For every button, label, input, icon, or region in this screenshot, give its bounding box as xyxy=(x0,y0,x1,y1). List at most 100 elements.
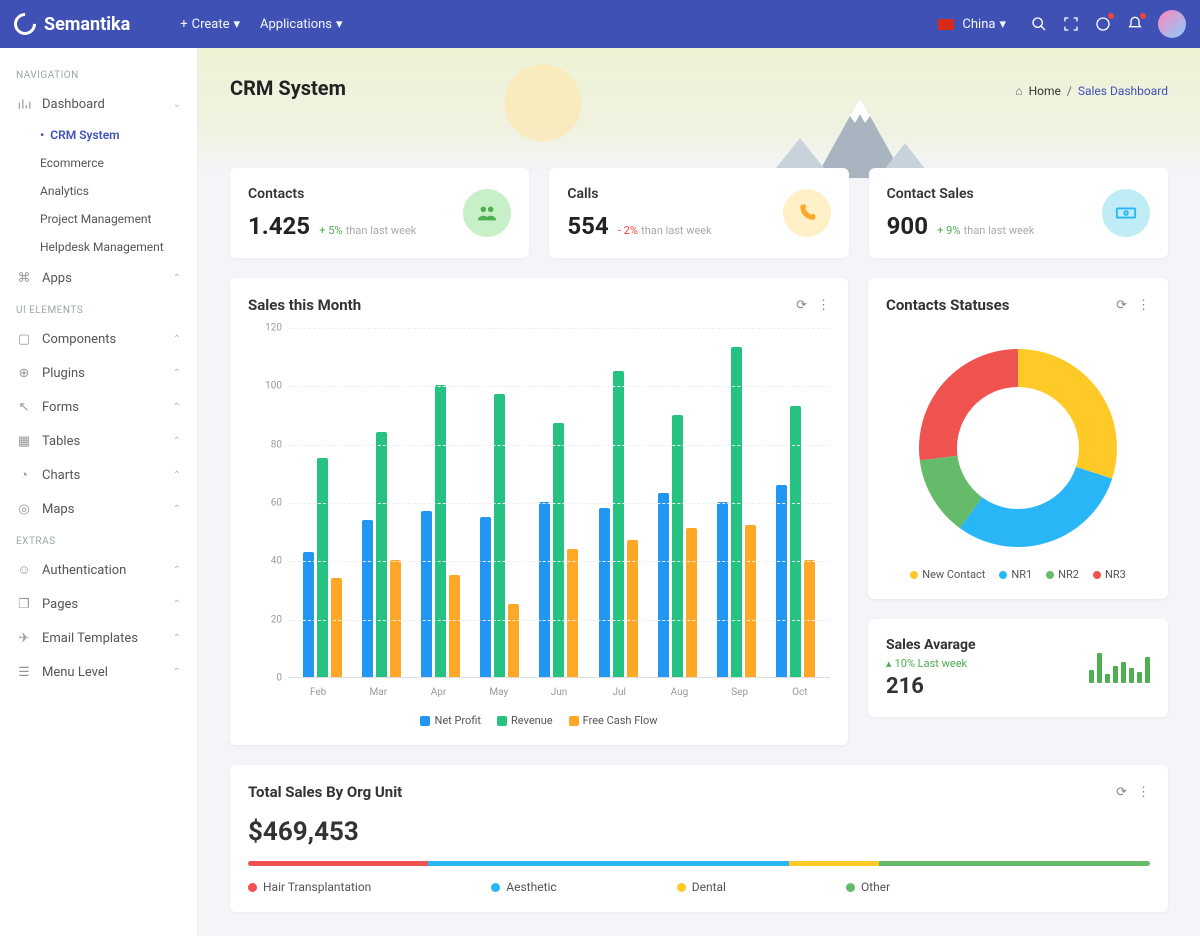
bar-chart: 020406080100120 FebMarAprMayJunJulAugSep… xyxy=(248,328,830,708)
copy-icon: ❐ xyxy=(16,596,32,612)
menu-icon: ☰ xyxy=(16,664,32,680)
sidebar-item-tables[interactable]: ▦Tables⌃ xyxy=(0,424,197,458)
stat-calls: Calls 554 - 2% than last week xyxy=(549,168,848,258)
stat-sales: Contact Sales 900 + 9% than last week xyxy=(869,168,1168,258)
sidebar-item-charts[interactable]: ◔ Charts ⌃ xyxy=(0,458,197,492)
cursor-icon: ↖ xyxy=(16,399,32,415)
panel-title: Total Sales By Org Unit xyxy=(248,783,1106,801)
org-total: $469,453 xyxy=(248,817,1150,847)
refresh-icon[interactable]: ⟳ xyxy=(1116,298,1127,313)
chevron-icon: ⌃ xyxy=(173,470,181,481)
sidebar-label: Maps xyxy=(42,502,74,517)
sidebar-heading-extras: EXTRAS xyxy=(0,526,197,553)
more-icon[interactable]: ⋮ xyxy=(1137,785,1150,800)
sidebar-item-maps[interactable]: ◎Maps⌃ xyxy=(0,492,197,526)
sales-chart-panel: Sales this Month ⟳ ⋮ 020406080100120 Feb… xyxy=(230,278,848,745)
sales-average-panel: Sales Avarage ▴10% Last week 216 xyxy=(868,619,1168,717)
topbar: Semantika + Create ▾ Applications ▾ Chin… xyxy=(0,0,1200,48)
chevron-icon: ⌃ xyxy=(173,436,181,447)
refresh-icon[interactable]: ⟳ xyxy=(796,298,807,313)
home-icon: ⌂ xyxy=(1015,84,1022,98)
sidebar-item-plugins[interactable]: ⊕Plugins⌃ xyxy=(0,356,197,390)
crumb-sep: / xyxy=(1067,84,1072,98)
more-icon[interactable]: ⋮ xyxy=(1137,298,1150,313)
sidebar-sub-ecommerce[interactable]: Ecommerce xyxy=(0,149,197,177)
stat-contacts: Contacts 1.425 + 5% than last week xyxy=(230,168,529,258)
crumb-home[interactable]: Home xyxy=(1029,84,1061,98)
mountain-decoration xyxy=(760,88,940,178)
applications-label: Applications xyxy=(260,17,332,32)
pie-icon: ◔ xyxy=(16,467,32,483)
sidebar-sub-crm[interactable]: CRM System xyxy=(0,121,197,149)
sidebar-label: Components xyxy=(42,332,116,347)
donut-panel: Contacts Statuses ⟳ ⋮ New ContactNR1NR2N… xyxy=(868,278,1168,599)
sidebar-label: Forms xyxy=(42,400,79,415)
panel-title: Contacts Statuses xyxy=(886,296,1106,314)
sidebar-item-email[interactable]: ✈Email Templates⌃ xyxy=(0,621,197,655)
sidebar-label: Apps xyxy=(42,271,72,286)
globe-icon: ⊕ xyxy=(16,365,32,381)
fullscreen-icon[interactable] xyxy=(1062,15,1080,33)
sidebar-item-apps[interactable]: ⌘Apps⌃ xyxy=(0,261,197,295)
sidebar-sub-analytics[interactable]: Analytics xyxy=(0,177,197,205)
chevron-icon: ⌃ xyxy=(173,599,181,610)
user-icon: ☺ xyxy=(16,562,32,578)
caret-down-icon: ▾ xyxy=(999,17,1006,32)
breadcrumb: ⌂ Home / Sales Dashboard xyxy=(1015,84,1168,98)
sidebar-item-pages[interactable]: ❐ Pages ⌃ xyxy=(0,587,197,621)
pin-icon: ◎ xyxy=(16,501,32,517)
chat-icon[interactable] xyxy=(1094,15,1112,33)
more-icon[interactable]: ⋮ xyxy=(817,298,830,313)
sidebar-label: Email Templates xyxy=(42,631,138,646)
chart-icon xyxy=(16,96,32,112)
money-icon xyxy=(1102,189,1150,237)
donut-legend: New ContactNR1NR2NR3 xyxy=(886,568,1150,581)
stat-delta: - 2% xyxy=(618,224,638,237)
sidebar-sub-project[interactable]: Project Management xyxy=(0,205,197,233)
country-selector[interactable]: China ▾ xyxy=(928,11,1016,38)
stat-value: 900 xyxy=(887,212,928,240)
sidebar-item-forms[interactable]: ↖Forms⌃ xyxy=(0,390,197,424)
sidebar-sub-helpdesk[interactable]: Helpdesk Management xyxy=(0,233,197,261)
hero: CRM System ⌂ Home / Sales Dashboard xyxy=(198,48,1200,178)
sidebar-heading-nav: NAVIGATION xyxy=(0,60,197,87)
sidebar-label: Pages xyxy=(42,597,78,612)
sidebar-label: Tables xyxy=(42,434,80,449)
brand[interactable]: Semantika xyxy=(14,13,130,35)
progress-bar xyxy=(248,861,1150,866)
sidebar-item-auth[interactable]: ☺Authentication⌃ xyxy=(0,553,197,587)
sidebar-item-menu[interactable]: ☰Menu Level⌃ xyxy=(0,655,197,689)
plus-icon: + xyxy=(180,17,187,32)
stat-label: Contacts xyxy=(248,186,416,202)
sidebar-label: Authentication xyxy=(42,563,126,578)
avatar[interactable] xyxy=(1158,10,1186,38)
chevron-down-icon: ⌄ xyxy=(173,99,181,110)
panel-title: Sales Avarage xyxy=(886,637,976,653)
stat-cards: Contacts 1.425 + 5% than last week Calls… xyxy=(198,168,1200,258)
caret-down-icon: ▾ xyxy=(233,17,240,32)
bell-icon[interactable] xyxy=(1126,15,1144,33)
caret-down-icon: ▾ xyxy=(336,17,343,32)
chevron-icon: ⌃ xyxy=(173,368,181,379)
avg-value: 216 xyxy=(886,674,976,699)
mini-chart xyxy=(1089,653,1150,683)
sidebar-heading-ui: UI ELEMENTS xyxy=(0,295,197,322)
sun-decoration xyxy=(498,58,588,148)
brand-text: Semantika xyxy=(44,14,130,35)
stat-suffix: than last week xyxy=(641,224,712,237)
main: CRM System ⌂ Home / Sales Dashboard Cont… xyxy=(198,48,1200,936)
sidebar-item-components[interactable]: ▢Components⌃ xyxy=(0,322,197,356)
flag-icon xyxy=(938,19,954,30)
grid-icon: ⌘ xyxy=(16,270,32,286)
sidebar-label: Charts xyxy=(42,468,80,483)
arrow-up-icon: ▴ xyxy=(886,657,892,670)
chevron-icon: ⌃ xyxy=(173,667,181,678)
sidebar-item-dashboard[interactable]: Dashboard ⌄ xyxy=(0,87,197,121)
search-icon[interactable] xyxy=(1030,15,1048,33)
create-button[interactable]: + Create ▾ xyxy=(170,11,250,38)
phone-icon xyxy=(783,189,831,237)
chevron-icon: ⌃ xyxy=(173,334,181,345)
stat-suffix: than last week xyxy=(346,224,417,237)
applications-button[interactable]: Applications ▾ xyxy=(250,11,353,38)
refresh-icon[interactable]: ⟳ xyxy=(1116,785,1127,800)
